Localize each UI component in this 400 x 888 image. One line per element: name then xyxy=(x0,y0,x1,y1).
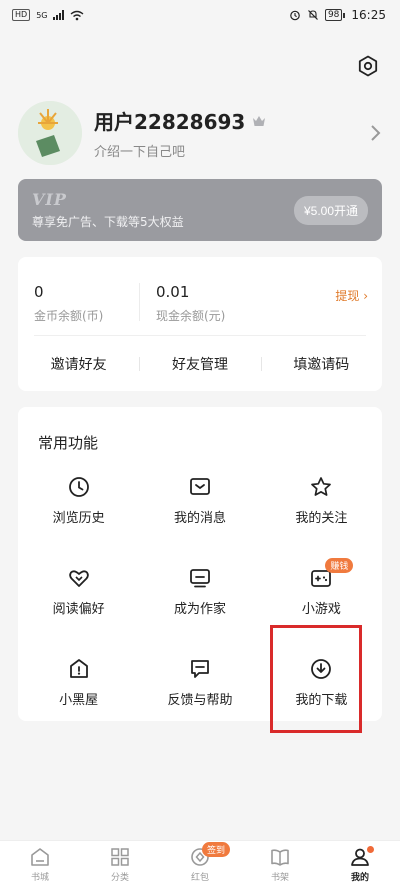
coin-balance[interactable]: 0 金币余额(币) xyxy=(34,283,139,335)
crown-badge-icon xyxy=(253,115,266,126)
feedback-icon xyxy=(191,660,209,678)
coin-balance-label: 金币余额(币) xyxy=(34,309,104,323)
coin-balance-amount: 0 xyxy=(34,283,44,301)
notification-dot xyxy=(367,846,374,853)
tab-label: 书城 xyxy=(30,873,49,883)
chevron-right-icon[interactable] xyxy=(368,123,382,143)
func-label: 我的关注 xyxy=(295,511,348,526)
profile-header[interactable]: 用户22828693 介绍一下自己吧 xyxy=(18,100,382,166)
profile-bio: 介绍一下自己吧 xyxy=(94,145,186,160)
message-icon xyxy=(190,478,210,495)
enter-invite-code-button[interactable]: 填邀请码 xyxy=(260,354,382,374)
sign-in-badge: 签到 xyxy=(202,842,231,857)
withdraw-link[interactable]: 提现 › xyxy=(335,287,368,304)
func-label: 成为作家 xyxy=(173,602,226,617)
grid-icon xyxy=(111,848,129,866)
highlight-box xyxy=(270,625,362,733)
cash-balance[interactable]: 0.01 现金余额(元) xyxy=(139,283,226,323)
hd-indicator: HD xyxy=(12,9,31,21)
func-label: 阅读偏好 xyxy=(52,602,105,617)
manage-friends-button[interactable]: 好友管理 xyxy=(139,354,260,374)
star-icon xyxy=(311,477,332,496)
home-icon xyxy=(31,848,49,866)
func-become-writer[interactable]: 成为作家 xyxy=(139,554,260,645)
username: 用户22828693 xyxy=(94,110,246,134)
vip-description: 尊享免广告、下载等5大权益 xyxy=(32,215,184,229)
cash-balance-amount: 0.01 xyxy=(156,283,190,301)
func-my-follows[interactable]: 我的关注 xyxy=(261,463,382,554)
func-label: 我的消息 xyxy=(173,511,226,526)
vip-title: VIP xyxy=(32,190,67,209)
tab-category[interactable]: 分类 xyxy=(80,841,160,888)
func-reading-preference[interactable]: 阅读偏好 xyxy=(18,554,139,645)
func-browse-history[interactable]: 浏览历史 xyxy=(18,463,139,554)
func-feedback-help[interactable]: 反馈与帮助 xyxy=(139,645,260,736)
wifi-icon xyxy=(71,10,84,20)
writer-icon xyxy=(190,569,210,588)
tab-red-packet[interactable]: 签到 红包 xyxy=(160,841,240,888)
status-bar: HD 5G 98 16:25 xyxy=(0,0,400,30)
tab-label: 红包 xyxy=(190,873,209,883)
cash-balance-label: 现金余额(元) xyxy=(156,309,226,323)
battery-icon: 98 xyxy=(324,9,346,21)
section-title: 常用功能 xyxy=(38,434,99,452)
func-label: 反馈与帮助 xyxy=(167,693,233,708)
tab-bookstore[interactable]: 书城 xyxy=(0,841,80,888)
clock-icon xyxy=(68,477,89,497)
tab-label: 分类 xyxy=(110,873,129,883)
func-label: 小游戏 xyxy=(301,602,341,617)
blackhouse-icon xyxy=(69,659,88,678)
tab-mine[interactable]: 我的 xyxy=(320,841,400,888)
tab-bookshelf[interactable]: 书架 xyxy=(240,841,320,888)
avatar[interactable] xyxy=(18,101,82,165)
func-label: 浏览历史 xyxy=(52,511,105,526)
func-my-messages[interactable]: 我的消息 xyxy=(139,463,260,554)
func-blackhouse[interactable]: 小黑屋 xyxy=(18,645,139,736)
tab-label: 我的 xyxy=(350,873,369,883)
alarm-icon xyxy=(290,10,300,21)
func-label: 小黑屋 xyxy=(59,693,99,708)
bottom-tab-bar: 书城 分类 签到 红包 书架 我的 xyxy=(0,840,400,888)
avatar-image-icon xyxy=(18,101,82,165)
signal-icon xyxy=(53,10,65,20)
wallet-card: 0 金币余额(币) 0.01 现金余额(元) 提现 › 邀请好友 好友管理 填邀… xyxy=(18,257,382,391)
vip-card[interactable]: VIP 尊享免广告、下载等5大权益 ¥5.00开通 xyxy=(18,179,382,241)
invite-friends-button[interactable]: 邀请好友 xyxy=(18,354,139,374)
earn-badge: 赚钱 xyxy=(325,558,354,573)
vip-activate-button[interactable]: ¥5.00开通 xyxy=(293,195,368,225)
clock-time: 16:25 xyxy=(351,8,386,22)
mute-icon xyxy=(308,10,318,20)
heart-icon xyxy=(68,570,89,587)
book-icon xyxy=(271,849,289,866)
network-type: 5G xyxy=(36,10,48,20)
tab-label: 书架 xyxy=(270,873,289,883)
settings-gear-icon[interactable] xyxy=(356,54,380,78)
common-functions-card: 常用功能 浏览历史 我的消息 我的关注 阅读偏好 成为作家 赚钱 小游戏 小黑屋… xyxy=(18,407,382,733)
